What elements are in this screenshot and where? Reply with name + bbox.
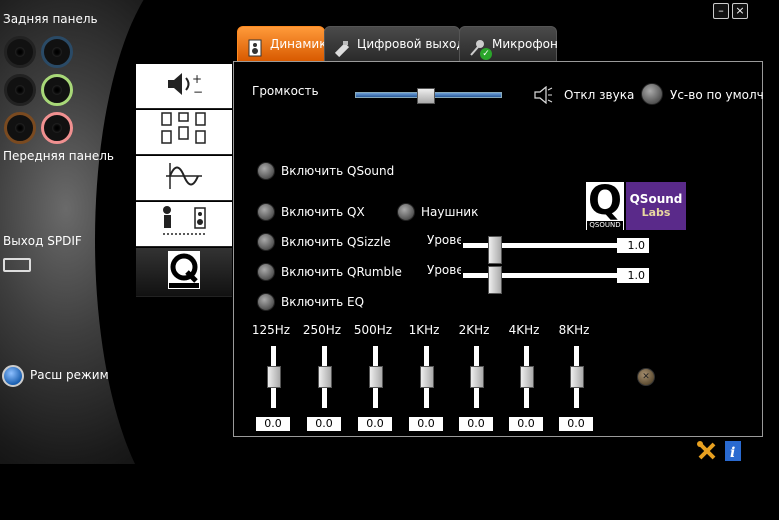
level-label-1: Урове	[427, 233, 461, 247]
headphones-radio[interactable]	[397, 203, 415, 221]
side-waveform-button[interactable]	[136, 156, 232, 201]
qrumble-level-thumb[interactable]	[488, 266, 502, 294]
eq-band-label: 125Hz	[251, 323, 291, 337]
speaker-volume-icon: + −	[162, 69, 206, 103]
eq-band-value: 0.0	[459, 417, 493, 431]
enable-eq-label: Включить EQ	[281, 295, 365, 309]
enable-qsound-label: Включить QSound	[281, 164, 395, 178]
speaker-layout-icon	[160, 111, 208, 153]
rear-jack-pink[interactable]	[41, 112, 73, 144]
mute-label: Откл звука	[564, 88, 635, 102]
eq-band-thumb[interactable]	[470, 366, 484, 388]
eq-reset-knob-icon[interactable]: ✕	[637, 368, 655, 386]
front-panel-label: Передняя панель	[3, 149, 114, 163]
qsound-logo-purple: QSound Labs	[626, 182, 686, 230]
volume-slider-thumb[interactable]	[417, 88, 435, 104]
side-qsound-button[interactable]	[136, 248, 232, 297]
eq-band-thumb[interactable]	[520, 366, 534, 388]
qrumble-level-value: 1.0	[617, 268, 649, 283]
svg-text:+: +	[192, 72, 202, 86]
tab-digital-output[interactable]: Цифровой выход	[324, 26, 465, 62]
digital-plug-icon	[333, 36, 351, 57]
level-label-2: Урове	[427, 263, 461, 277]
eq-band-value: 0.0	[256, 417, 290, 431]
tab-microphone[interactable]: Микрофон	[459, 26, 558, 62]
side-volume-button[interactable]: + −	[136, 64, 232, 109]
eq-band-label: 8KHz	[558, 323, 590, 337]
volume-label: Громкость	[252, 84, 319, 98]
checkmark-badge-icon: ✓	[480, 48, 492, 60]
side-room-correction-button[interactable]	[136, 202, 232, 247]
enable-qx-label: Включить QX	[281, 205, 365, 219]
eq-band-thumb[interactable]	[570, 366, 584, 388]
eq-band-label: 250Hz	[302, 323, 342, 337]
logo-sub-text: QSOUND	[587, 221, 623, 230]
eq-band-value: 0.0	[509, 417, 543, 431]
logo-q-letter: Q	[588, 178, 623, 224]
eq-band-label: 1KHz	[408, 323, 440, 337]
enable-qrumble-label: Включить QRumble	[281, 265, 402, 279]
eq-band-value: 0.0	[307, 417, 341, 431]
enable-qx-radio[interactable]	[257, 203, 275, 221]
rear-jack-green[interactable]	[41, 74, 73, 106]
default-device-label: Ус-во по умолч	[670, 88, 764, 102]
qsound-logo-icon	[167, 250, 201, 294]
eq-band-label: 4KHz	[508, 323, 540, 337]
tab-speaker[interactable]: Динамик	[237, 26, 327, 62]
spdif-label: Выход SPDIF	[3, 234, 82, 248]
eq-band-value: 0.0	[559, 417, 593, 431]
settings-tools-icon[interactable]	[697, 441, 717, 465]
enable-eq-radio[interactable]	[257, 293, 275, 311]
rear-jack-black[interactable]	[4, 36, 36, 68]
svg-text:i: i	[730, 445, 735, 461]
eq-band-thumb[interactable]	[267, 366, 281, 388]
mute-speaker-icon[interactable]	[533, 85, 553, 108]
logo-text-qsound: QSound	[629, 192, 683, 206]
enable-qrumble-radio[interactable]	[257, 263, 275, 281]
tab-digital-output-label: Цифровой выход	[357, 37, 465, 51]
speaker-icon	[246, 36, 264, 56]
person-distance-icon	[159, 204, 209, 244]
qsizzle-level-thumb[interactable]	[488, 236, 502, 264]
side-speaker-config-button[interactable]	[136, 110, 232, 155]
eq-band-value: 0.0	[409, 417, 443, 431]
advanced-mode-radio[interactable]	[2, 365, 24, 387]
eq-band-thumb[interactable]	[318, 366, 332, 388]
rear-panel-label: Задняя панель	[3, 12, 98, 26]
default-device-button[interactable]	[641, 83, 663, 105]
qsound-logo-box: Q QSOUND	[586, 178, 624, 230]
spdif-port-icon[interactable]	[3, 258, 31, 272]
qsound-labs-logo: Q QSOUND QSound Labs	[586, 178, 686, 230]
qsizzle-level-value: 1.0	[617, 238, 649, 253]
tab-microphone-label: Микрофон	[492, 37, 558, 51]
close-button[interactable]: ×	[732, 3, 748, 19]
logo-text-labs: Labs	[641, 206, 671, 219]
rear-jack-orange[interactable]	[4, 112, 36, 144]
sine-wave-icon	[162, 161, 206, 195]
enable-qsizzle-radio[interactable]	[257, 233, 275, 251]
eq-band-value: 0.0	[358, 417, 392, 431]
info-icon[interactable]: i	[725, 441, 741, 465]
advanced-mode-label: Расш режим	[30, 368, 109, 382]
eq-band-thumb[interactable]	[420, 366, 434, 388]
enable-qsizzle-label: Включить QSizzle	[281, 235, 391, 249]
eq-band-thumb[interactable]	[369, 366, 383, 388]
rear-jack-black-2[interactable]	[4, 74, 36, 106]
tab-speaker-label: Динамик	[270, 37, 327, 51]
eq-band-label: 500Hz	[353, 323, 393, 337]
enable-qsound-radio[interactable]	[257, 162, 275, 180]
minimize-button[interactable]: –	[713, 3, 729, 19]
eq-band-label: 2KHz	[458, 323, 490, 337]
headphones-label: Наушник	[421, 205, 479, 219]
svg-text:−: −	[193, 85, 203, 99]
rear-jack-blue[interactable]	[41, 36, 73, 68]
